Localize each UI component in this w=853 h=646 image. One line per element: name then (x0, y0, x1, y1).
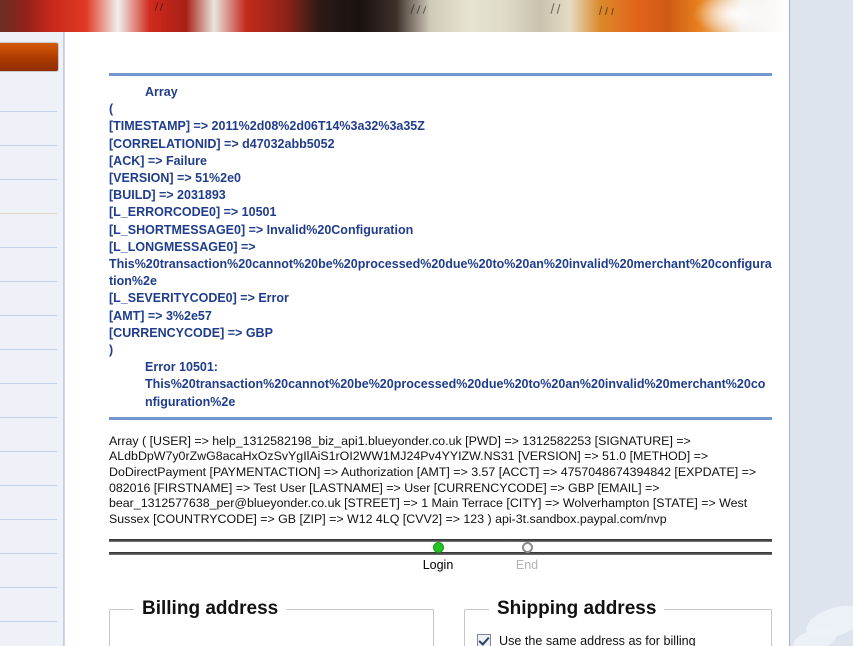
shipping-address-legend: Shipping address (496, 598, 657, 620)
sidebar-primary-button[interactable] (0, 42, 59, 72)
header-banner-image (0, 0, 790, 32)
sidebar-item[interactable] (0, 214, 57, 248)
error-dump-open-paren: ( (109, 102, 114, 117)
sidebar-item[interactable] (0, 112, 57, 146)
sidebar-item[interactable] (0, 180, 57, 214)
stepper-step-label: Login (422, 558, 454, 573)
step-dot-icon (521, 542, 533, 554)
sidebar-item[interactable] (0, 248, 57, 282)
shipping-address-panel: Shipping address Use the same address as… (463, 598, 772, 646)
sidebar-item[interactable] (0, 316, 57, 350)
error-dump-line: [CORRELATIONID] => d47032abb5052 (109, 136, 335, 151)
sidebar-item[interactable] (0, 146, 57, 180)
checkout-progress-stepper: Login End (109, 542, 772, 588)
sidebar-item[interactable] (0, 452, 57, 486)
sidebar-item[interactable] (0, 282, 57, 316)
stepper-step-label: End (515, 558, 539, 573)
error-dump-line: [L_LONGMESSAGE0] => This%20transaction%2… (109, 239, 772, 289)
error-dump-line: [L_SHORTMESSAGE0] => Invalid%20Configura… (109, 222, 414, 237)
error-dump-line: [CURRENCYCODE] => GBP (109, 325, 273, 340)
stepper-step-end[interactable]: End (482, 542, 572, 572)
billing-address-panel: Billing address Mr Test User 1 Main Terr… (109, 598, 434, 646)
error-dump-line: [BUILD] => 2031893 (109, 188, 226, 203)
sidebar-item[interactable] (0, 350, 57, 384)
right-margin-gutter (789, 0, 853, 646)
sidebar-item[interactable] (0, 520, 57, 554)
same-as-billing-row[interactable]: Use the same address as for billing (476, 634, 759, 646)
error-dump-line: [TIMESTAMP] => 2011%2d08%2d06T14%3a32%3a… (109, 119, 425, 134)
checkbox-checked-icon[interactable] (476, 634, 491, 646)
page-root: Array ( [TIMESTAMP] => 2011%2d08%2d06T14… (0, 0, 853, 646)
banner-photo (0, 0, 790, 32)
billing-address-legend: Billing address (142, 598, 279, 620)
error-dump-line: [VERSION] => 51%2e0 (109, 171, 242, 186)
stepper-step-login[interactable]: Login (393, 542, 483, 572)
sidebar-item[interactable] (0, 554, 57, 588)
error-dump-close-paren: ) (109, 343, 114, 358)
paypal-request-dump: Array ( [USER] => help_1312582198_biz_ap… (109, 433, 757, 526)
step-dot-icon (432, 542, 444, 554)
sidebar-item[interactable] (0, 588, 57, 622)
error-dump-heading: Array (145, 85, 178, 99)
left-sidebar (0, 32, 64, 646)
error-summary-message: Error 10501: This%20transaction%20cannot… (145, 360, 766, 409)
main-content: Array ( [TIMESTAMP] => 2011%2d08%2d06T14… (64, 32, 790, 646)
sidebar-item[interactable] (0, 486, 57, 520)
sidebar-item[interactable] (0, 384, 57, 418)
sidebar-item[interactable] (0, 418, 57, 452)
same-as-billing-label: Use the same address as for billing (498, 634, 696, 646)
sidebar-item[interactable] (0, 78, 57, 112)
error-dump-line: [ACK] => Failure (109, 153, 207, 168)
error-dump-line: [L_SEVERITYCODE0] => Error (109, 291, 289, 306)
address-section: Billing address Mr Test User 1 Main Terr… (109, 598, 772, 646)
error-dump-line: [L_ERRORCODE0] => 10501 (109, 205, 277, 220)
paypal-error-dump: Array ( [TIMESTAMP] => 2011%2d08%2d06T14… (109, 76, 772, 417)
error-dump-line: [AMT] => 3%2e57 (109, 308, 212, 323)
